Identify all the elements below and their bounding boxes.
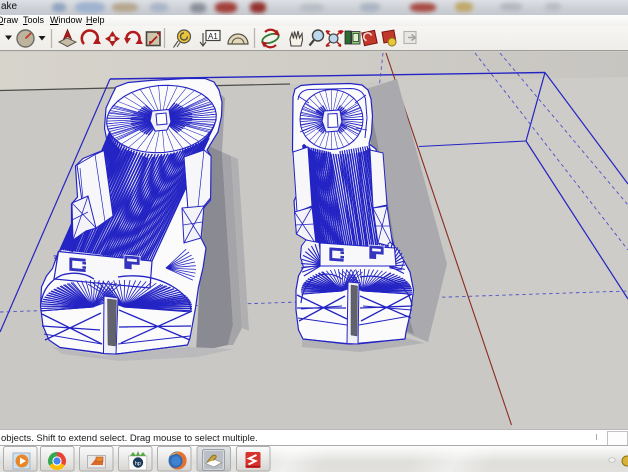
svg-text:hp: hp [135, 461, 141, 467]
